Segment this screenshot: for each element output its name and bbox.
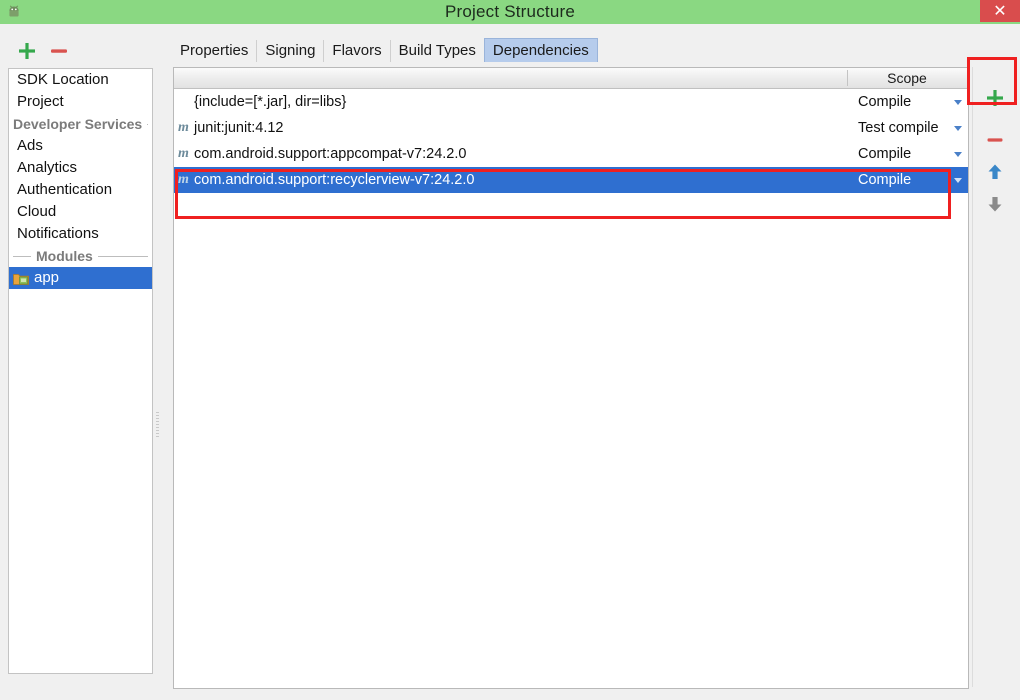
sidebar-section-developer-services: Developer Services (9, 113, 152, 135)
dependency-name-cell: m com.android.support:appcompat-v7:24.2.… (174, 146, 850, 162)
maven-artifact-icon: m (178, 120, 189, 135)
tab-label: Properties (180, 42, 249, 59)
scope-value: Compile (858, 94, 912, 110)
scope-dropdown[interactable]: Test compile (850, 120, 968, 136)
tab-label: Signing (265, 42, 316, 59)
table-row[interactable]: m com.android.support:recyclerview-v7:24… (174, 167, 968, 193)
dependency-name: com.android.support:recyclerview-v7:24.2… (194, 172, 475, 188)
sidebar-tree[interactable]: SDK Location Project Developer Services … (8, 68, 153, 674)
close-icon: ✕ (993, 1, 1007, 20)
table-row[interactable]: m com.android.support:appcompat-v7:24.2.… (174, 141, 968, 167)
sidebar-item-label: Authentication (17, 181, 113, 198)
remove-dependency-button[interactable] (979, 125, 1011, 155)
sidebar-item-app[interactable]: app (9, 267, 152, 289)
sidebar-item-label: Project (17, 93, 64, 110)
scope-dropdown[interactable]: Compile (850, 146, 968, 162)
dependencies-toolbar (972, 67, 1017, 687)
window-title-bar: Project Structure ✕ (0, 0, 1020, 25)
sidebar-item-label: SDK Location (17, 71, 109, 88)
dependencies-table[interactable]: Scope {include=[*.jar], dir=libs} Compil… (173, 67, 969, 689)
remove-module-button[interactable] (48, 40, 70, 62)
table-row[interactable]: m junit:junit:4.12 Test compile (174, 115, 968, 141)
splitter-grip-icon (156, 412, 159, 438)
move-up-button[interactable] (979, 157, 1011, 187)
tab-signing[interactable]: Signing (256, 40, 324, 62)
scope-value: Compile (858, 146, 912, 162)
move-down-button[interactable] (979, 189, 1011, 219)
sidebar-item-project[interactable]: Project (9, 91, 152, 113)
page-title: Project Structure (444, 2, 575, 21)
tab-properties[interactable]: Properties (172, 40, 257, 62)
sidebar-panel: SDK Location Project Developer Services … (0, 24, 160, 700)
chevron-down-icon (954, 125, 962, 131)
sidebar-item-cloud[interactable]: Cloud (9, 201, 152, 223)
chevron-down-icon (954, 151, 962, 157)
scope-dropdown[interactable]: Compile (850, 172, 968, 188)
sidebar-item-sdk-location[interactable]: SDK Location (9, 69, 152, 91)
sidebar-item-label: app (34, 269, 60, 286)
table-row[interactable]: {include=[*.jar], dir=libs} Compile (174, 89, 968, 115)
dependency-name-cell: m junit:junit:4.12 (174, 120, 850, 136)
sidebar-item-label: Analytics (17, 159, 78, 176)
chevron-down-icon (954, 99, 962, 105)
maven-artifact-icon: m (178, 146, 189, 161)
tab-label: Build Types (398, 42, 476, 59)
divider-line (147, 123, 148, 125)
sidebar-item-ads[interactable]: Ads (9, 135, 152, 157)
column-header-scope[interactable]: Scope (847, 68, 967, 88)
dependency-name: com.android.support:appcompat-v7:24.2.0 (194, 146, 467, 162)
scope-value: Compile (858, 172, 912, 188)
tab-label: Flavors (332, 42, 382, 59)
add-dependency-button[interactable] (979, 83, 1011, 113)
sidebar-item-authentication[interactable]: Authentication (9, 179, 152, 201)
sidebar-section-label: Developer Services (13, 116, 143, 132)
maven-artifact-icon: m (178, 172, 189, 187)
dependency-name-cell: {include=[*.jar], dir=libs} (174, 94, 850, 110)
tab-build-types[interactable]: Build Types (389, 40, 484, 62)
tab-flavors[interactable]: Flavors (323, 40, 390, 62)
divider-line (97, 255, 148, 257)
sidebar-item-label: Notifications (17, 225, 99, 242)
sidebar-item-analytics[interactable]: Analytics (9, 157, 152, 179)
chevron-down-icon (954, 177, 962, 183)
sidebar-item-notifications[interactable]: Notifications (9, 223, 152, 245)
tab-bar: Properties Signing Flavors Build Types D… (172, 38, 598, 62)
main-panel: Properties Signing Flavors Build Types D… (160, 24, 1020, 700)
add-module-button[interactable] (16, 40, 38, 62)
scope-dropdown[interactable]: Compile (850, 94, 968, 110)
sidebar-toolbar (0, 38, 160, 68)
sidebar-section-modules: Modules (9, 245, 152, 267)
module-folder-icon (13, 271, 29, 285)
close-button[interactable]: ✕ (980, 0, 1020, 22)
divider-line (13, 255, 31, 257)
dependency-name: {include=[*.jar], dir=libs} (194, 94, 347, 110)
tab-dependencies[interactable]: Dependencies (483, 38, 598, 62)
scope-value: Test compile (858, 120, 939, 136)
dependency-name: junit:junit:4.12 (194, 120, 284, 136)
dependency-name-cell: m com.android.support:recyclerview-v7:24… (174, 172, 850, 188)
sidebar-item-label: Cloud (17, 203, 57, 220)
sidebar-section-label: Modules (36, 248, 93, 264)
table-header: Scope (174, 68, 968, 89)
sidebar-item-label: Ads (17, 137, 43, 154)
tab-label: Dependencies (492, 42, 589, 59)
